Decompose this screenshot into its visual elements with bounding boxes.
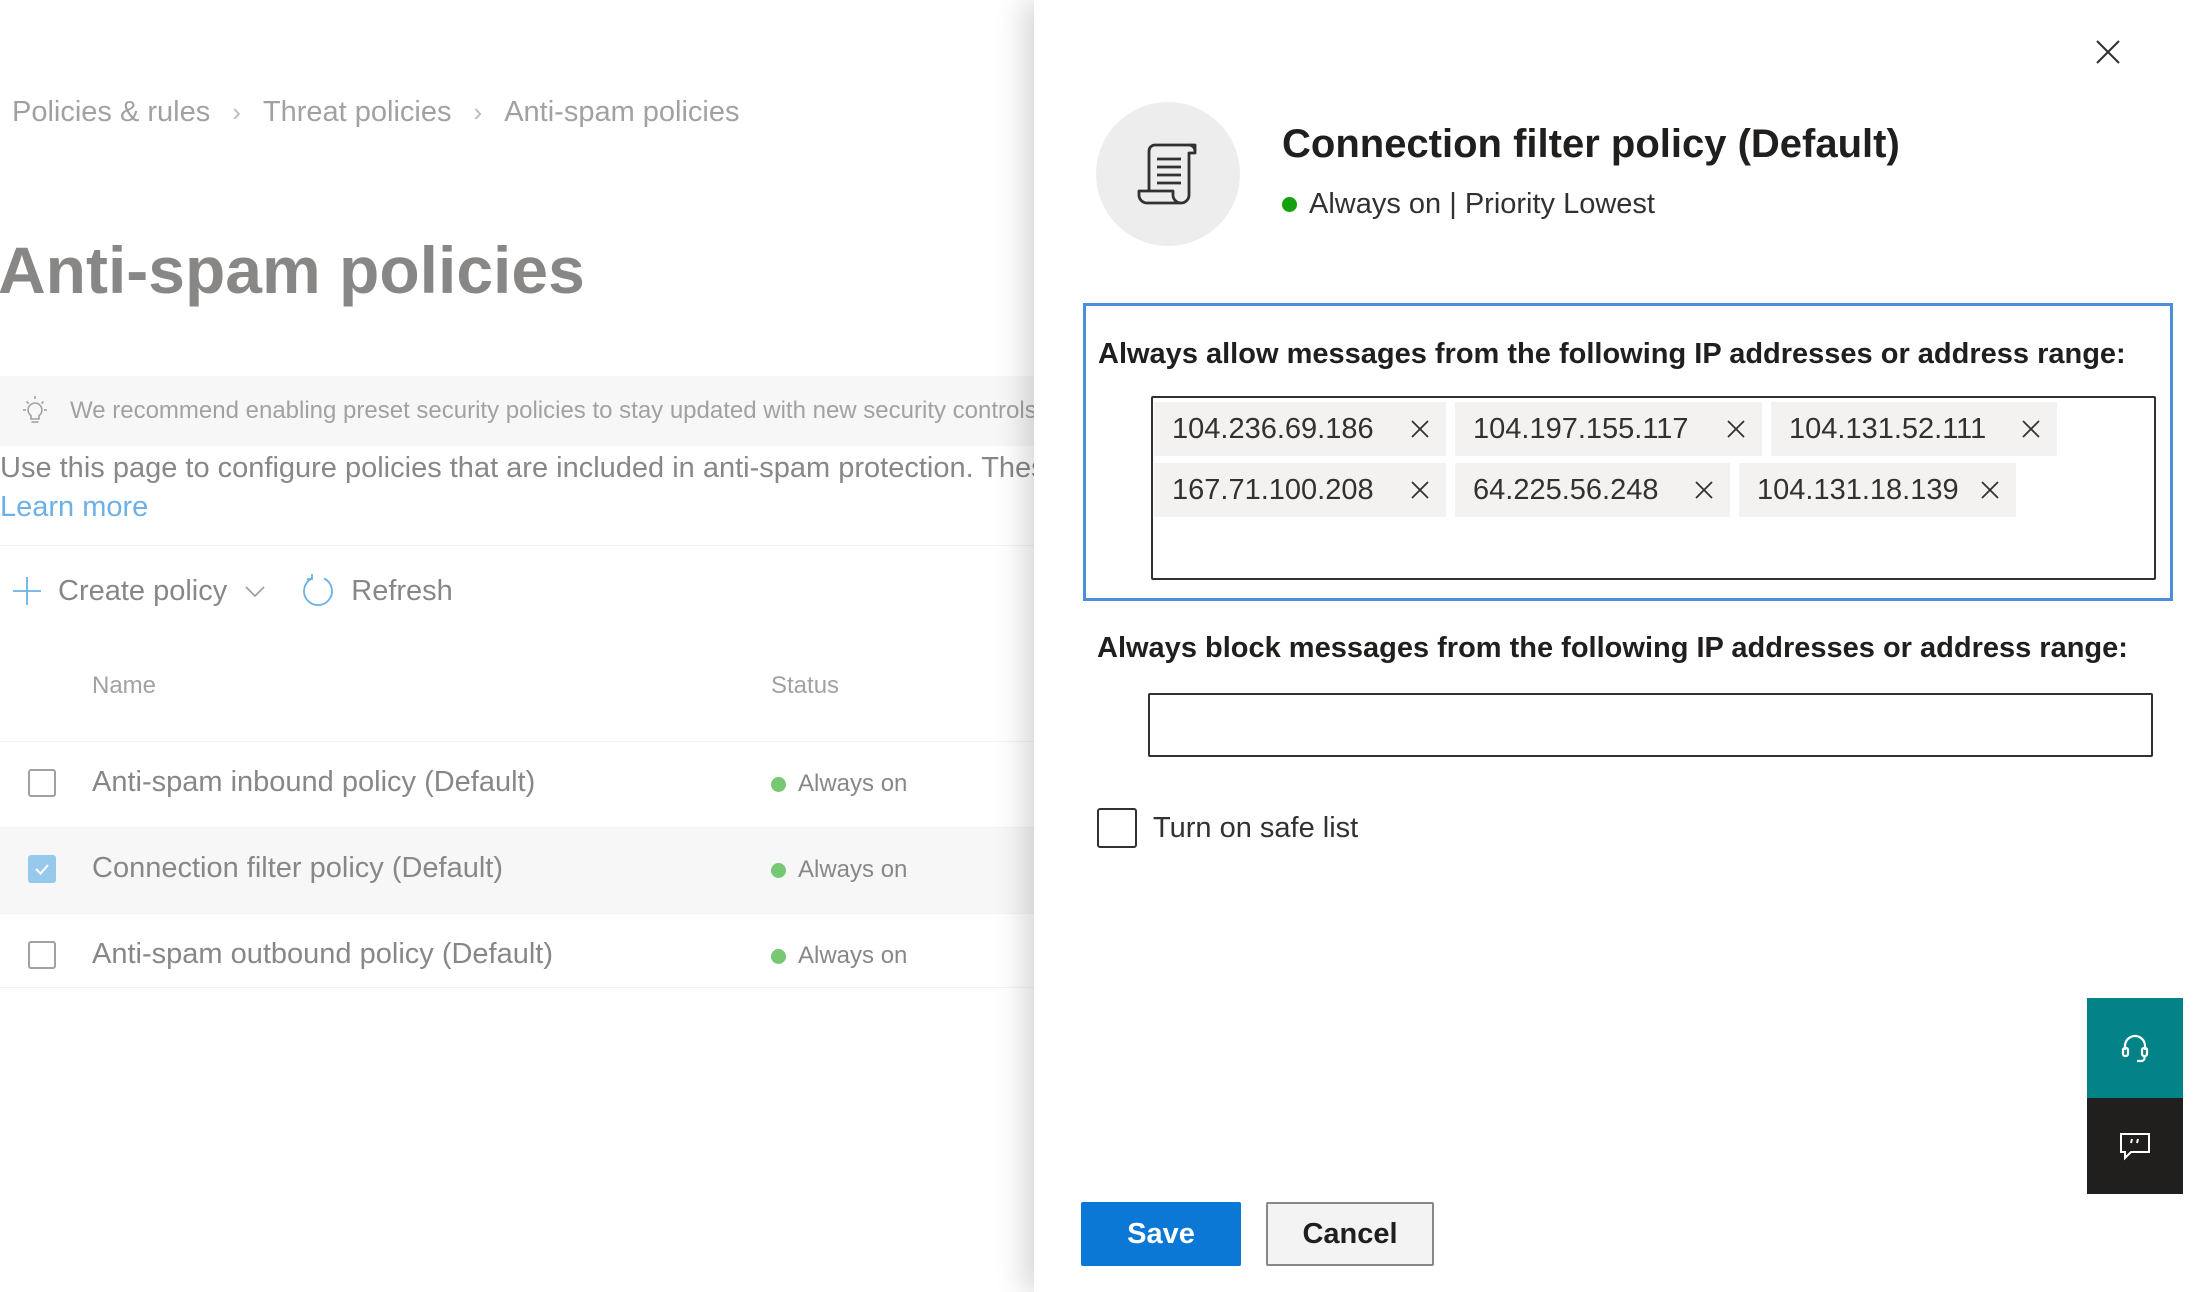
policy-details-panel: Connection filter policy (Default) Alway… [1034, 0, 2196, 1292]
help-button[interactable] [2087, 998, 2183, 1098]
ip-tag-text: 104.236.69.186 [1172, 412, 1374, 445]
close-icon [2096, 40, 2120, 64]
background-page: Policies & rules › Threat policies › Ant… [0, 0, 1034, 1292]
panel-title: Connection filter policy (Default) [1282, 122, 1900, 166]
ip-tag-text: 167.71.100.208 [1172, 473, 1374, 506]
ip-tag-text: 104.131.52.111 [1789, 412, 1987, 445]
tag-row: 167.71.100.208 64.225.56.248 104.131.18.… [1154, 463, 2154, 517]
close-button[interactable] [2086, 30, 2130, 74]
ip-tag: 104.131.18.139 [1739, 463, 2016, 517]
ip-tag-text: 104.197.155.117 [1473, 412, 1689, 445]
status-dot [1282, 197, 1297, 212]
close-icon [1727, 420, 1745, 438]
close-icon [1411, 420, 1429, 438]
feedback-icon [2120, 1133, 2150, 1161]
block-ip-input[interactable] [1148, 693, 2153, 757]
block-list-label: Always block messages from the following… [1097, 632, 2128, 664]
allow-list-label: Always allow messages from the following… [1098, 338, 2126, 370]
close-icon [1411, 481, 1429, 499]
close-icon [1981, 481, 1999, 499]
close-icon [1695, 481, 1713, 499]
allow-list-section: Always allow messages from the following… [1083, 303, 2173, 601]
remove-tag-button[interactable] [1964, 463, 2016, 517]
overlay-scrim[interactable] [0, 0, 1034, 1292]
ip-tag: 64.225.56.248 [1455, 463, 1730, 517]
allow-ip-tag-input[interactable]: 104.236.69.186 104.197.155.117 104.131.5… [1151, 396, 2156, 580]
cancel-button[interactable]: Cancel [1266, 1202, 1434, 1266]
remove-tag-button[interactable] [1710, 402, 1762, 456]
close-icon [2022, 420, 2040, 438]
feedback-button[interactable] [2087, 1098, 2183, 1194]
safe-list-label: Turn on safe list [1153, 811, 1359, 844]
ip-tag-text: 64.225.56.248 [1473, 473, 1659, 506]
ip-tag-text: 104.131.18.139 [1757, 473, 1959, 506]
save-button[interactable]: Save [1081, 1202, 1241, 1266]
headset-icon [2121, 1034, 2149, 1063]
safe-list-checkbox[interactable] [1097, 808, 1137, 848]
remove-tag-button[interactable] [1678, 463, 1730, 517]
panel-subtitle: Always on | Priority Lowest [1282, 188, 1655, 221]
ip-tag: 104.197.155.117 [1455, 402, 1762, 456]
policy-avatar [1096, 102, 1240, 246]
remove-tag-button[interactable] [1394, 402, 1446, 456]
scroll-icon [1137, 143, 1197, 205]
panel-subtitle-text: Always on | Priority Lowest [1309, 188, 1655, 220]
ip-tag: 104.236.69.186 [1154, 402, 1446, 456]
ip-tag: 104.131.52.111 [1771, 402, 2057, 456]
remove-tag-button[interactable] [2005, 402, 2057, 456]
ip-tag: 167.71.100.208 [1154, 463, 1446, 517]
tag-row: 104.236.69.186 104.197.155.117 104.131.5… [1154, 402, 2154, 456]
remove-tag-button[interactable] [1394, 463, 1446, 517]
safe-list-option[interactable]: Turn on safe list [1097, 808, 1358, 848]
